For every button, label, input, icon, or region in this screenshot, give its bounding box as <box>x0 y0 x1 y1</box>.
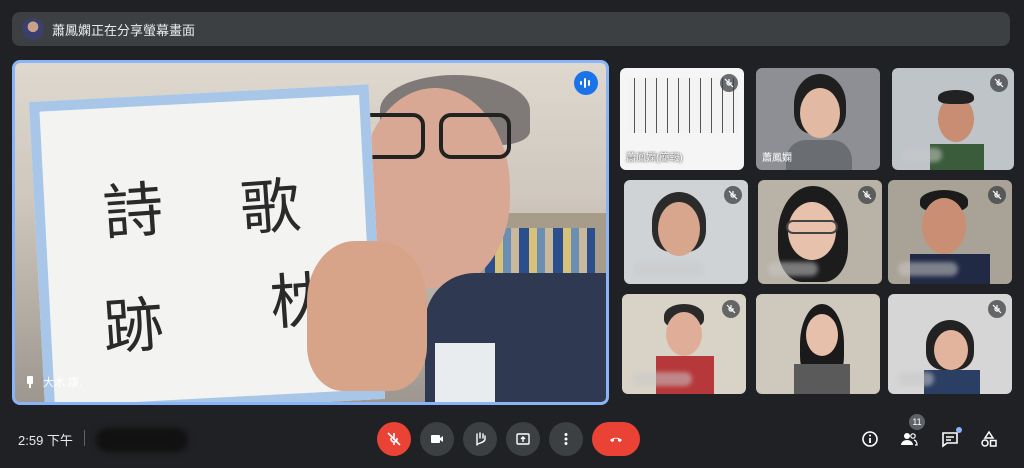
mic-off-icon <box>858 186 876 204</box>
participant-tile[interactable] <box>758 180 882 284</box>
participant-hair <box>938 90 974 104</box>
participant-count-badge: 11 <box>909 414 925 430</box>
chat-button[interactable] <box>937 426 963 452</box>
camera-toggle-button[interactable] <box>420 422 454 456</box>
mic-off-icon <box>387 432 401 446</box>
more-options-button[interactable] <box>549 422 583 456</box>
participant-tile[interactable]: 蕭鳳嫻(簡報) <box>620 68 744 170</box>
participants-button[interactable]: 11 <box>896 414 925 452</box>
calligraphy-char: 跡 <box>101 289 166 364</box>
divider <box>84 430 85 446</box>
participant-name: 蕭鳳嫻(簡報) <box>626 153 683 164</box>
leave-call-button[interactable] <box>592 422 640 456</box>
more-vert-icon <box>564 433 568 445</box>
calligraphy-char: 詩 <box>101 174 166 249</box>
redacted-name <box>634 262 704 276</box>
mic-off-icon <box>724 186 742 204</box>
participant-tile[interactable] <box>888 294 1012 394</box>
participant-tile[interactable] <box>892 68 1014 170</box>
mic-off-icon <box>990 74 1008 92</box>
hand-icon <box>476 432 486 446</box>
participant-face <box>934 330 968 370</box>
redacted-name <box>898 262 958 276</box>
participant-tile[interactable] <box>756 294 880 394</box>
redacted-name <box>902 148 942 162</box>
speaker-shirt <box>435 343 495 402</box>
participant-glasses <box>786 220 838 234</box>
speaker-glasses <box>353 113 515 163</box>
main-tile-name: 大木 康. <box>25 374 82 390</box>
participant-face <box>922 198 966 254</box>
raise-hand-button[interactable] <box>463 422 497 456</box>
camera-icon <box>431 435 443 443</box>
activities-button[interactable] <box>976 426 1002 452</box>
meeting-clock: 2:59 下午 <box>18 433 73 448</box>
redacted-name <box>898 372 934 386</box>
participant-name: 蕭鳳嫻 <box>762 153 792 164</box>
speaker-hand <box>307 241 427 391</box>
participant-tile[interactable] <box>624 180 748 284</box>
mic-off-icon <box>722 300 740 318</box>
present-screen-button[interactable] <box>506 422 540 456</box>
main-tile-name-text: 大木 康. <box>43 377 83 389</box>
participant-body <box>794 364 850 394</box>
chat-icon <box>942 432 958 448</box>
participant-tile[interactable]: 蕭鳳嫻 <box>756 68 880 170</box>
screen-share-banner: 蕭鳳嫻正在分享螢幕畫面 <box>12 12 1010 46</box>
people-icon <box>901 433 918 446</box>
mic-off-icon <box>720 74 738 92</box>
participant-face <box>800 88 840 138</box>
participant-face <box>806 314 838 356</box>
mic-off-icon <box>988 300 1006 318</box>
present-icon <box>516 433 530 445</box>
calligraphy-char: 歌 <box>238 170 303 245</box>
info-icon <box>862 431 878 447</box>
meeting-details-button[interactable] <box>857 426 883 452</box>
meeting-control-bar: 2:59 下午 11 <box>0 410 1024 468</box>
mic-off-icon <box>988 186 1006 204</box>
shapes-icon <box>981 430 997 447</box>
speaking-indicator-icon <box>574 71 598 95</box>
new-message-dot <box>956 427 962 433</box>
participant-tile[interactable] <box>888 180 1012 284</box>
participant-face <box>658 202 700 256</box>
microphone-toggle-button[interactable] <box>377 422 411 456</box>
redacted-name <box>632 372 692 386</box>
redacted-name <box>768 262 818 276</box>
participant-tile[interactable] <box>622 294 746 394</box>
participant-body <box>786 140 852 170</box>
pin-icon[interactable] <box>25 376 35 388</box>
presenter-avatar <box>22 18 44 40</box>
participant-face <box>666 312 702 356</box>
screen-share-banner-text: 蕭鳳嫻正在分享螢幕畫面 <box>52 22 196 38</box>
meeting-code-redacted <box>96 428 188 452</box>
hangup-icon <box>610 437 622 442</box>
main-video-tile[interactable]: 詩 歌 跡 枕 大木 康. <box>12 60 609 405</box>
